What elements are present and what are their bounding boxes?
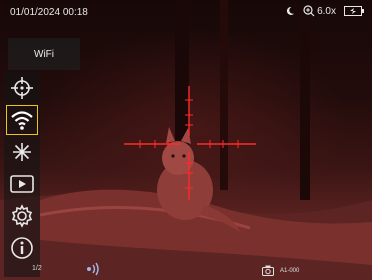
sidebar-menu — [4, 72, 40, 277]
device-id-text: A1-000 — [280, 267, 300, 274]
zoom-icon — [303, 5, 315, 17]
settings-gear-icon — [10, 204, 34, 228]
tree-trunk — [300, 20, 310, 200]
sidebar-item-info[interactable] — [7, 234, 37, 262]
zoom-level-text: 6.0x — [317, 5, 336, 17]
wifi-menu-panel: WiFi — [8, 38, 80, 70]
menu-panel-title: WiFi — [34, 48, 54, 60]
sidebar-item-settings[interactable] — [7, 202, 37, 230]
zoom-indicator: 6.0x — [303, 5, 336, 17]
sidebar-page-indicator: 1/2 — [32, 265, 42, 272]
playback-icon — [10, 174, 34, 194]
sidebar-item-brightness[interactable] — [7, 138, 37, 166]
status-indicators: 6.0x — [285, 5, 364, 17]
tree-trunk — [220, 0, 228, 190]
datetime-text: 01/01/2024 00:18 — [10, 7, 88, 18]
wifi-icon — [10, 109, 34, 131]
sidebar-item-playback[interactable] — [7, 170, 37, 198]
info-icon — [10, 236, 34, 260]
crosshair-icon — [10, 76, 34, 100]
device-info: A1-000 — [262, 265, 299, 276]
brightness-icon — [10, 140, 34, 164]
audio-wave-icon — [85, 262, 103, 276]
sidebar-item-reticle[interactable] — [7, 74, 37, 102]
moon-icon — [285, 6, 295, 16]
thermal-viewfinder-screen: 01/01/2024 00:18 6.0x WiFi 1/2 A1-000 — [0, 0, 372, 280]
camera-icon — [262, 265, 274, 276]
battery-icon — [344, 6, 364, 16]
sidebar-item-wifi[interactable] — [6, 105, 38, 135]
